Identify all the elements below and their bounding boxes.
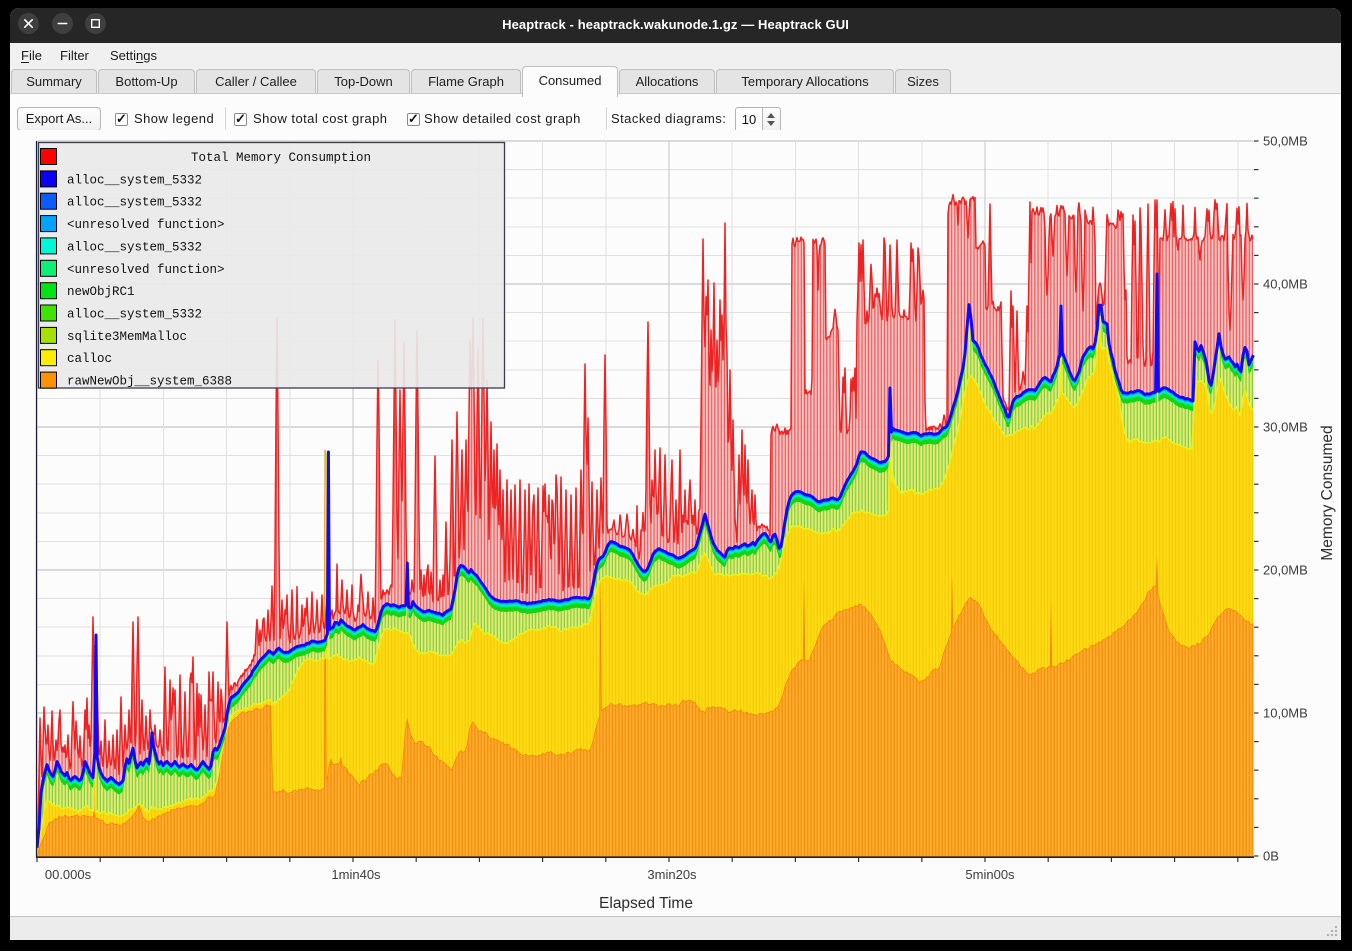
svg-text:alloc__system_5332: alloc__system_5332 [67,240,202,254]
svg-text:30,0MB: 30,0MB [1263,420,1308,435]
svg-text:alloc__system_5332: alloc__system_5332 [67,173,202,187]
svg-text:3min20s: 3min20s [647,867,697,882]
svg-text:0B: 0B [1263,849,1279,864]
svg-text:5min00s: 5min00s [965,867,1015,882]
svg-text:50,0MB: 50,0MB [1263,134,1308,149]
svg-text:<unresolved function>: <unresolved function> [67,218,225,232]
svg-text:1min40s: 1min40s [331,867,381,882]
svg-text:20,0MB: 20,0MB [1263,563,1308,578]
svg-text:Memory Consumed: Memory Consumed [1319,425,1336,560]
svg-text:<unresolved function>: <unresolved function> [67,263,225,277]
svg-text:Elapsed Time: Elapsed Time [599,895,693,912]
svg-text:00.000s: 00.000s [45,867,92,882]
svg-text:calloc: calloc [67,352,112,366]
svg-text:sqlite3MemMalloc: sqlite3MemMalloc [67,330,187,344]
svg-text:alloc__system_5332: alloc__system_5332 [67,308,202,322]
svg-text:rawNewObj__system_6388: rawNewObj__system_6388 [67,375,232,389]
svg-text:10,0MB: 10,0MB [1263,706,1308,721]
svg-text:Total Memory Consumption: Total Memory Consumption [191,151,371,165]
svg-text:40,0MB: 40,0MB [1263,277,1308,292]
svg-text:alloc__system_5332: alloc__system_5332 [67,196,202,210]
svg-text:newObjRC1: newObjRC1 [67,285,135,299]
